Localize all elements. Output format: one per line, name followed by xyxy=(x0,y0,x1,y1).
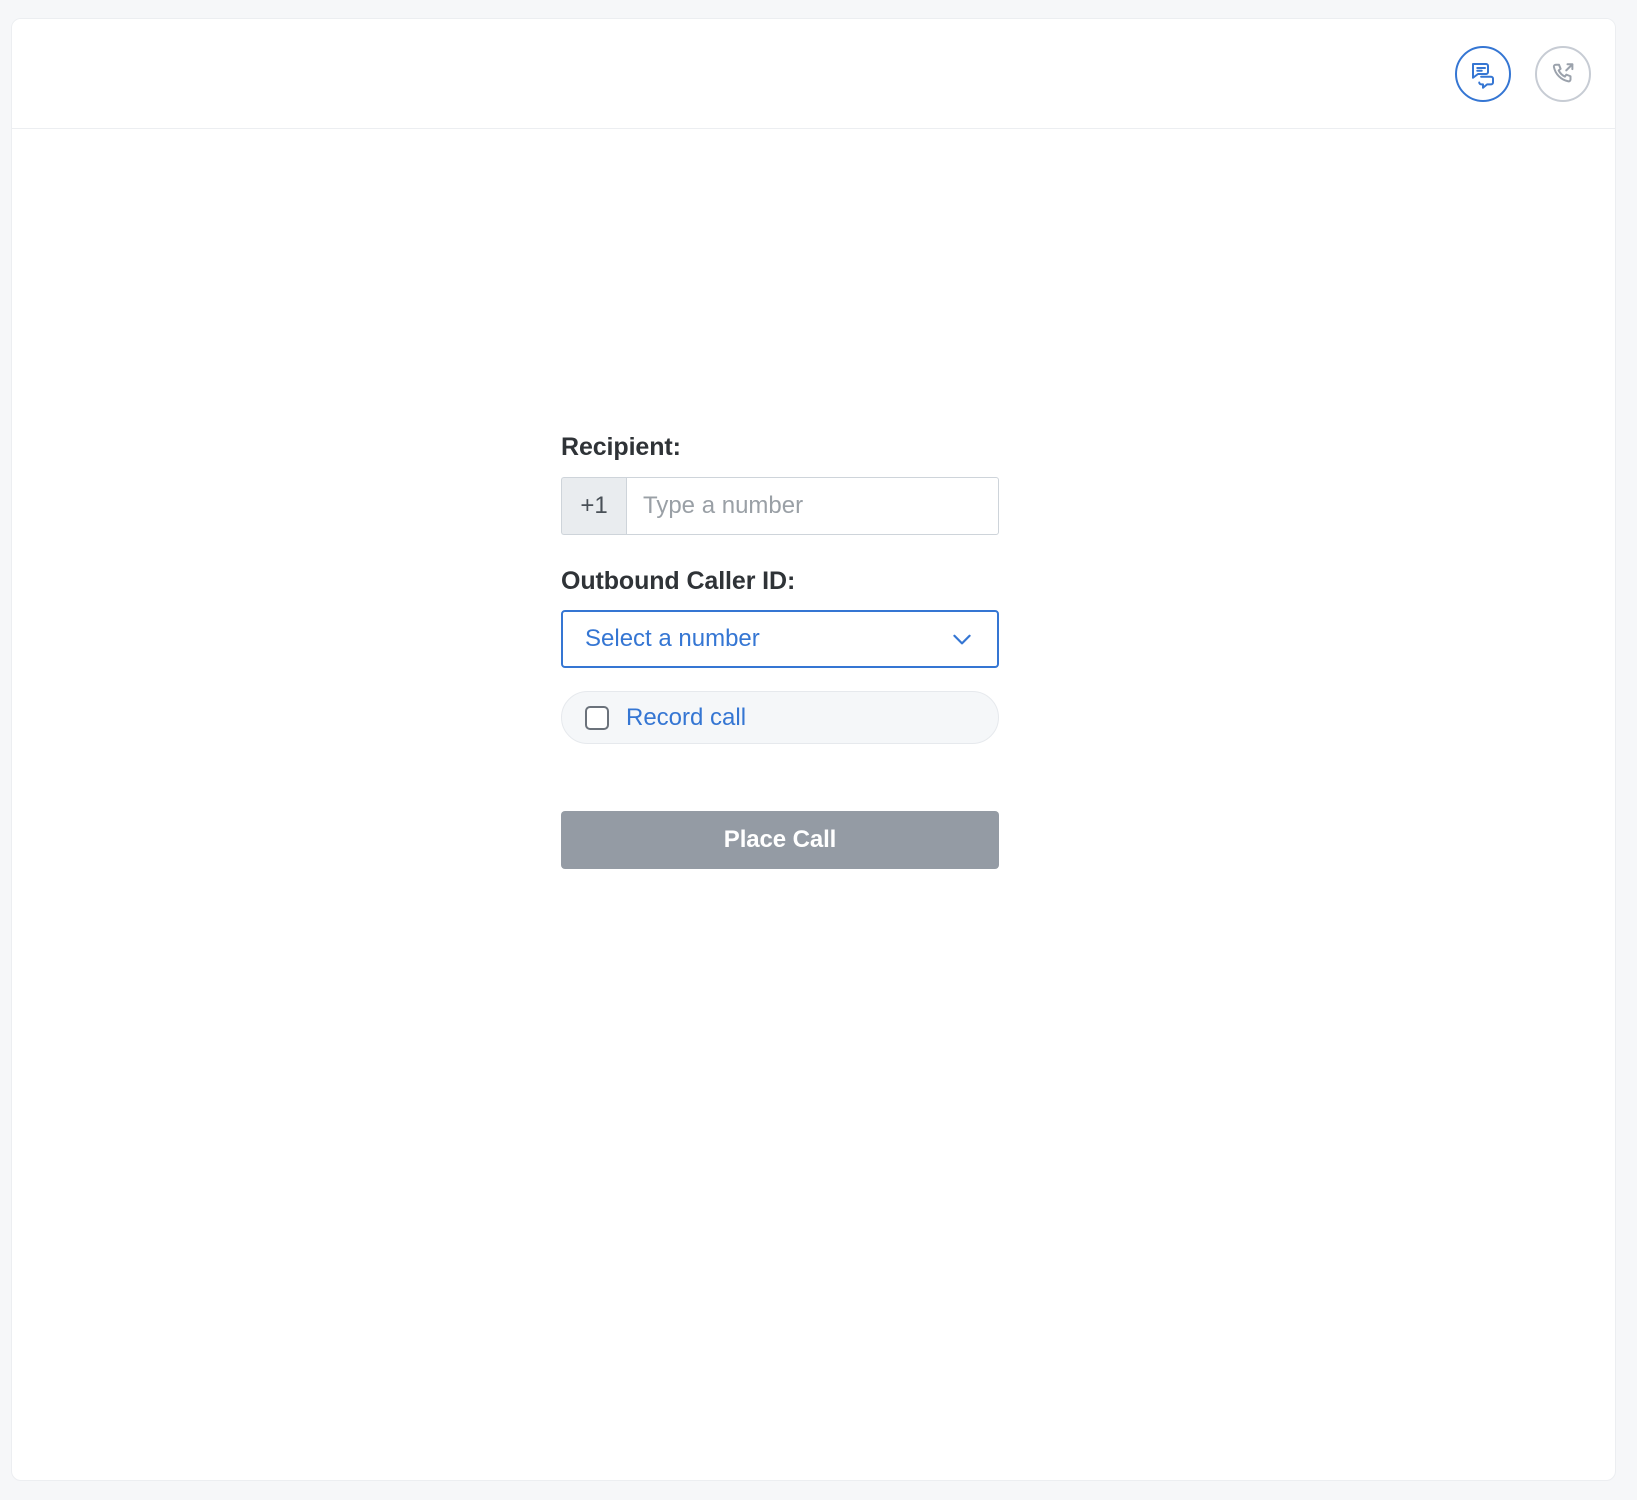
recipient-input-group: +1 Type a number xyxy=(561,476,999,535)
chevron-down-icon xyxy=(949,626,975,652)
place-call-button[interactable]: Place Call xyxy=(561,811,999,869)
header-actions xyxy=(1455,19,1591,129)
caller-id-select[interactable]: Select a number xyxy=(561,610,999,668)
recipient-placeholder: Type a number xyxy=(643,491,804,519)
dialer-form: Recipient: +1 Type a number Outbound Cal… xyxy=(561,433,999,869)
caller-id-selected-value: Select a number xyxy=(585,625,760,652)
record-call-label: Record call xyxy=(626,703,747,731)
outbound-call-icon xyxy=(1548,59,1578,89)
recipient-label: Recipient: xyxy=(561,433,681,461)
outbound-call-button[interactable] xyxy=(1535,46,1591,102)
record-call-toggle[interactable]: Record call xyxy=(561,691,999,744)
app-header xyxy=(12,19,1615,129)
recipient-input[interactable]: Type a number xyxy=(626,476,999,535)
app-card: Recipient: +1 Type a number Outbound Cal… xyxy=(11,18,1616,1481)
country-prefix[interactable]: +1 xyxy=(561,476,626,535)
messages-icon xyxy=(1468,59,1498,89)
caller-id-label: Outbound Caller ID: xyxy=(561,566,796,595)
main-content: Recipient: +1 Type a number Outbound Cal… xyxy=(12,129,1615,1480)
record-call-checkbox[interactable] xyxy=(585,705,609,730)
messages-button[interactable] xyxy=(1455,46,1511,102)
